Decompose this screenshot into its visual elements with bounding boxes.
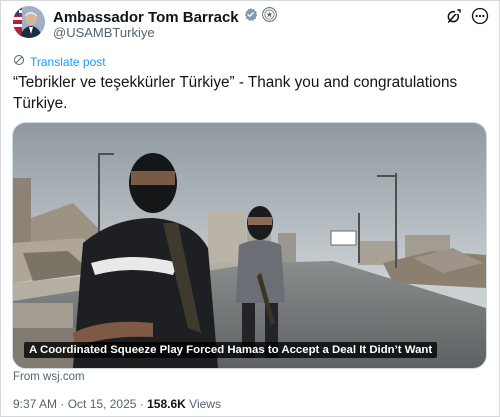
news-photo — [13, 123, 486, 368]
gray-checkmark-badge-icon — [243, 7, 258, 27]
post-time[interactable]: 9:37 AM — [13, 397, 57, 411]
post-text: “Tebrikler ve teşekkürler Türkiye” - Tha… — [13, 74, 458, 112]
views-label: Views — [189, 397, 221, 411]
meta-separator: · — [139, 397, 144, 411]
post-meta: 9:37 AM · Oct 15, 2025 · 158.6K Views — [13, 397, 221, 411]
post-date[interactable]: Oct 15, 2025 — [68, 397, 137, 411]
author-name-row: Ambassador Tom Barrack — [53, 7, 277, 27]
more-options-icon[interactable] — [470, 6, 490, 26]
grok-icon[interactable] — [444, 6, 464, 26]
translate-post-link[interactable]: Translate post — [13, 54, 106, 69]
meta-separator: · — [60, 397, 65, 411]
link-source[interactable]: From wsj.com — [13, 371, 85, 383]
government-seal-icon — [261, 7, 277, 27]
translate-post-label: Translate post — [30, 54, 106, 69]
author-display-name[interactable]: Ambassador Tom Barrack — [53, 9, 239, 26]
avatar[interactable] — [13, 6, 45, 38]
link-card[interactable]: A Coordinated Squeeze Play Forced Hamas … — [12, 122, 487, 369]
translate-globe-icon — [13, 54, 25, 69]
author-handle[interactable]: @USAMBTurkiye — [53, 25, 155, 40]
link-card-headline: A Coordinated Squeeze Play Forced Hamas … — [24, 342, 438, 358]
views-count: 158.6K — [147, 397, 186, 411]
